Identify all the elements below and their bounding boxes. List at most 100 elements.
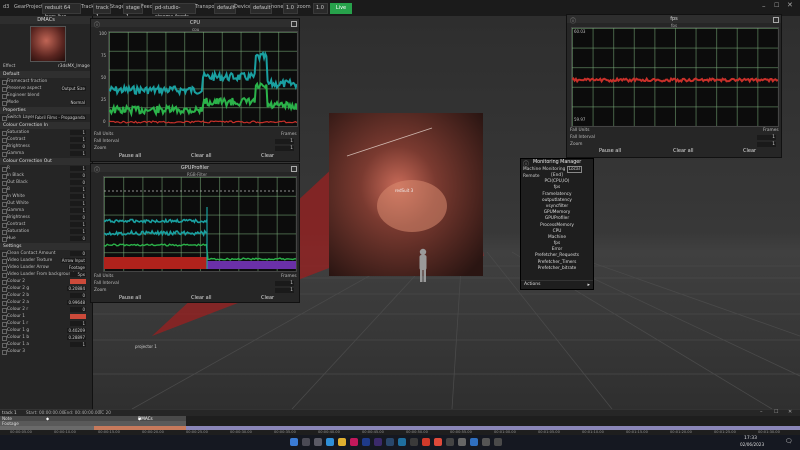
info-icon[interactable]: ⓘ	[94, 20, 100, 29]
minimize-icon[interactable]: –	[760, 409, 763, 415]
checkbox[interactable]	[2, 237, 7, 242]
property-value[interactable]: 5px	[70, 272, 86, 277]
property-value[interactable]: Output Size	[60, 86, 86, 91]
property-value[interactable]: 1	[70, 342, 86, 347]
section-header[interactable]: Properties	[0, 107, 92, 114]
property-value[interactable]: 1	[70, 137, 86, 142]
feed-field[interactable]: pd-studio-cinema-feeds	[152, 3, 196, 20]
zoom-value[interactable]: 1	[275, 288, 294, 293]
property-value[interactable]: 0.20884	[67, 286, 86, 291]
after-effects-icon[interactable]	[374, 438, 382, 446]
monitor-item[interactable]: Prefetcher_bitrate	[521, 266, 593, 272]
clear-button[interactable]: Clear	[261, 153, 274, 159]
edge-icon[interactable]	[326, 438, 334, 446]
zoom-field[interactable]: 1.0	[313, 3, 328, 14]
clock-time[interactable]: 17:33	[744, 436, 757, 441]
fall-units-value[interactable]: Frames	[281, 132, 297, 137]
property-value[interactable]: 0	[70, 180, 86, 185]
property-value[interactable]: Fabril Films - Propaganda	[33, 115, 86, 120]
app-icon[interactable]	[398, 438, 406, 446]
checkbox[interactable]	[2, 152, 7, 157]
property-value[interactable]: 1	[70, 194, 86, 199]
track-field[interactable]: track 1	[93, 3, 111, 20]
property-value[interactable]: Normal	[69, 100, 86, 105]
remote-toggle[interactable]: Remote	[523, 174, 540, 179]
property-value[interactable]: Arrow Input	[60, 258, 86, 263]
close-panel-icon[interactable]	[291, 21, 297, 27]
property-value[interactable]: 0	[70, 236, 86, 241]
task-view-icon[interactable]	[314, 438, 322, 446]
property-value[interactable]: 0	[70, 173, 86, 178]
property-value[interactable]: 0.28897	[67, 335, 86, 340]
devices-field[interactable]: default	[250, 3, 272, 14]
property-value[interactable]: 1	[70, 130, 86, 135]
clear-button[interactable]: Clear	[261, 295, 274, 301]
property-value[interactable]: 1	[70, 201, 86, 206]
property-value[interactable]: 1	[70, 187, 86, 192]
app-icon[interactable]	[482, 438, 490, 446]
live-button[interactable]: Live	[330, 3, 352, 14]
info-icon[interactable]: ⓘ	[94, 165, 100, 174]
app-icon[interactable]	[494, 438, 502, 446]
notification-icon[interactable]: 🗨	[785, 438, 793, 445]
project-field[interactable]: redsuit 64 bars live	[42, 3, 81, 20]
section-header[interactable]: Colour Correction In	[0, 122, 92, 129]
checkbox[interactable]	[2, 350, 7, 355]
scale-field[interactable]: 1.0	[283, 3, 298, 14]
effect-thumbnail[interactable]	[30, 26, 66, 62]
search-icon[interactable]	[302, 438, 310, 446]
section-header[interactable]: Settings	[0, 243, 92, 250]
property-value[interactable]: 0	[70, 144, 86, 149]
transport-field[interactable]: default	[214, 3, 236, 14]
fall-interval-value[interactable]: 1	[275, 139, 294, 144]
fall-interval-value[interactable]: 1	[275, 281, 294, 286]
clear-all-button[interactable]: Clear all	[191, 153, 212, 159]
property-value[interactable]: 0.40209	[67, 328, 86, 333]
zoom-value[interactable]: 1	[757, 142, 776, 147]
stage-field[interactable]: stage 1	[123, 3, 143, 20]
record-icon[interactable]	[434, 438, 442, 446]
pause-all-button[interactable]: Pause all	[119, 153, 141, 159]
app-icon[interactable]	[458, 438, 466, 446]
colour-swatch[interactable]	[70, 314, 86, 319]
maximize-icon[interactable]: ☐	[774, 409, 778, 415]
checkbox[interactable]	[2, 101, 7, 106]
menu-d3[interactable]: d3	[3, 4, 9, 10]
fall-units-value[interactable]: Frames	[763, 128, 779, 133]
app-icon[interactable]	[470, 438, 478, 446]
property-value[interactable]: 1	[70, 208, 86, 213]
property-value[interactable]: 0	[70, 293, 86, 298]
close-panel-icon[interactable]	[291, 166, 297, 172]
section-header[interactable]: Default	[0, 71, 92, 78]
pause-all-button[interactable]: Pause all	[119, 295, 141, 301]
pause-all-button[interactable]: Pause all	[599, 148, 621, 154]
app-icon[interactable]	[350, 438, 358, 446]
d3-icon[interactable]	[422, 438, 430, 446]
close-icon[interactable]: ✕	[787, 1, 793, 9]
photoshop-icon[interactable]	[362, 438, 370, 446]
clock-date[interactable]: 02/06/2023	[740, 442, 764, 447]
effect-value[interactable]: r3dsMX_Image	[58, 64, 90, 69]
start-icon[interactable]	[290, 438, 298, 446]
property-value[interactable]: 1	[70, 151, 86, 156]
maximize-icon[interactable]: ☐	[774, 2, 779, 9]
close-icon[interactable]: ✕	[788, 409, 792, 415]
property-value[interactable]: 0.99648	[67, 300, 86, 305]
folder-icon[interactable]	[338, 438, 346, 446]
app-icon[interactable]	[446, 438, 454, 446]
app-icon[interactable]	[410, 438, 418, 446]
actions-row[interactable]: Actions ▸	[521, 280, 593, 288]
minimize-icon[interactable]: –	[762, 2, 766, 10]
info-icon[interactable]: ⓘ	[570, 16, 576, 25]
section-header[interactable]: Colour Correction Out	[0, 158, 92, 165]
close-panel-icon[interactable]	[773, 17, 779, 23]
property-value[interactable]: 1	[70, 166, 86, 171]
property-value[interactable]: 1	[70, 229, 86, 234]
property-value[interactable]: 0	[70, 251, 86, 256]
clear-all-button[interactable]: Clear all	[191, 295, 212, 301]
property-value[interactable]: 0	[70, 307, 86, 312]
local-toggle[interactable]: Local	[566, 166, 582, 173]
property-value[interactable]: 1	[70, 321, 86, 326]
clear-all-button[interactable]: Clear all	[673, 148, 694, 154]
property-value[interactable]: 1	[70, 222, 86, 227]
